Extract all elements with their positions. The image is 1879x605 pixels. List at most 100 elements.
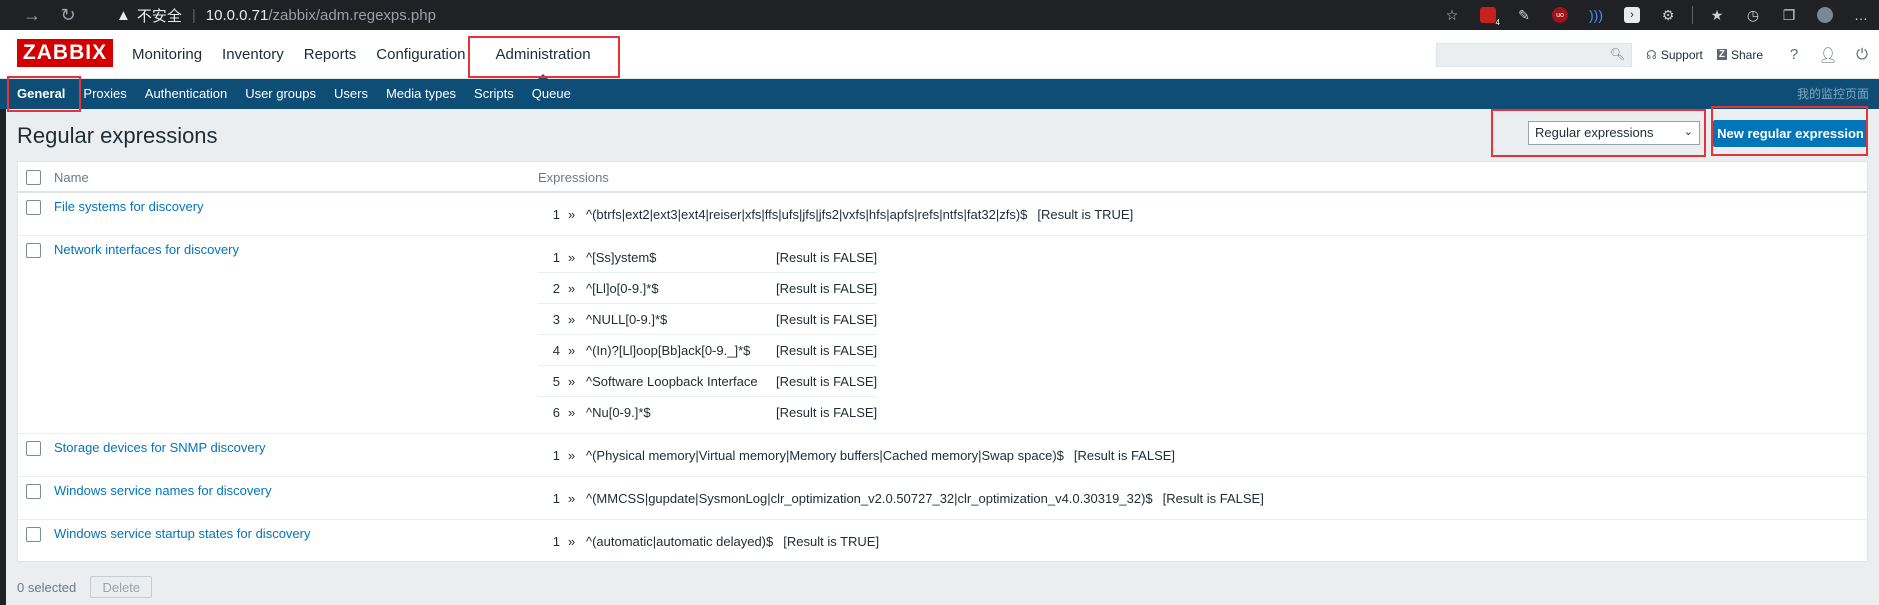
expression-result: [Result is FALSE]: [776, 311, 878, 327]
extension-arrow-icon[interactable]: ›: [1614, 0, 1650, 30]
expression-item: 1 » ^(MMCSS|gupdate|SysmonLog|clr_optimi…: [538, 483, 1264, 514]
expression-pattern: ^(btrfs|ext2|ext3|ext4|reiser|xfs|ffs|uf…: [586, 207, 1028, 222]
row-checkbox[interactable]: [26, 441, 41, 456]
zabbix-logo[interactable]: ZABBIX: [17, 39, 113, 67]
favorite-add-icon[interactable]: ☆: [1434, 0, 1470, 30]
selected-count: 0 selected: [17, 579, 77, 595]
expression-result: [Result is FALSE]: [776, 373, 878, 389]
expression-list: 1 » ^(btrfs|ext2|ext3|ext4|reiser|xfs|ff…: [538, 199, 1133, 230]
expression-arrow: »: [568, 342, 576, 358]
expression-item: 3 » ^NULL[0-9.]*$ [Result is FALSE]: [538, 304, 878, 335]
expression-item: 6 » ^Nu[0-9.]*$ [Result is FALSE]: [538, 397, 877, 428]
table-row: Windows service startup states for disco…: [18, 520, 1867, 563]
expression-number: 5: [552, 373, 560, 389]
share-icon: Z: [1716, 49, 1727, 60]
browser-toolbar: → ↻ ▲ 不安全 | 10.0.0.71/zabbix/adm.regexps…: [0, 0, 1879, 30]
collections-icon[interactable]: ❐: [1771, 0, 1807, 30]
row-checkbox[interactable]: [26, 527, 41, 542]
menu-monitoring[interactable]: Monitoring: [122, 30, 212, 79]
sign-out-icon[interactable]: ⏻: [1845, 46, 1879, 63]
table-footer: 0 selected Delete: [17, 576, 153, 598]
address-bar[interactable]: ▲ 不安全 | 10.0.0.71/zabbix/adm.regexps.php: [116, 0, 436, 30]
expression-number: 1: [552, 491, 560, 506]
extension-badge-icon[interactable]: 4: [1470, 0, 1506, 30]
extension-badge-count: 4: [1495, 18, 1500, 27]
column-header-name[interactable]: Name: [54, 170, 89, 185]
regex-name-link[interactable]: Windows service startup states for disco…: [54, 526, 310, 541]
expression-pattern: ^Software Loopback Interface: [586, 373, 758, 389]
share-label: Share: [1730, 47, 1763, 62]
header-tools: 🔍︎ ☊ Support Z Share ? 👤︎ ⏻: [1436, 30, 1879, 79]
user-profile-icon[interactable]: 👤︎: [1811, 46, 1845, 64]
row-checkbox[interactable]: [26, 200, 41, 215]
expression-arrow: »: [568, 311, 576, 327]
page-title: Regular expressions: [17, 123, 218, 148]
expression-pattern: ^NULL[0-9.]*$: [586, 311, 668, 327]
expression-result: [Result is FALSE]: [776, 280, 878, 296]
expression-arrow: »: [568, 207, 576, 222]
regex-name-link[interactable]: Storage devices for SNMP discovery: [54, 440, 265, 455]
row-checkbox[interactable]: [26, 484, 41, 499]
expression-pattern: ^(In)?[Ll]oop[Bb]ack[0-9._]*$: [586, 342, 751, 358]
regex-name-link[interactable]: Windows service names for discovery: [54, 483, 271, 498]
delete-button[interactable]: Delete: [90, 576, 153, 598]
url-host: 10.0.0.71: [205, 6, 269, 24]
submenu-scripts[interactable]: Scripts: [465, 79, 523, 109]
security-label: 不安全: [136, 7, 182, 25]
search-input[interactable]: 🔍︎: [1436, 42, 1633, 67]
expression-result: [Result is FALSE]: [776, 249, 878, 265]
table-row: Network interfaces for discovery 1 » ^[S…: [18, 236, 1867, 434]
profile-avatar-icon[interactable]: [1807, 0, 1843, 30]
menu-reports[interactable]: Reports: [294, 30, 367, 79]
ublock-icon[interactable]: uo: [1542, 0, 1578, 30]
expression-item: 1 » ^(automatic|automatic delayed)$ [Res…: [538, 526, 879, 557]
menu-inventory[interactable]: Inventory: [212, 30, 294, 79]
toolbar-divider: [1692, 6, 1693, 24]
row-checkbox[interactable]: [26, 243, 41, 258]
submenu-user-groups[interactable]: User groups: [236, 79, 325, 109]
history-icon[interactable]: ◷: [1735, 0, 1771, 30]
select-all-checkbox[interactable]: [26, 170, 41, 185]
support-label: Support: [1660, 47, 1703, 62]
extension-pen-icon[interactable]: ✎: [1506, 0, 1542, 30]
sub-menu: General Proxies Authentication User grou…: [0, 79, 1879, 109]
expression-pattern: ^[Ll]o[0-9.]*$: [586, 280, 659, 296]
table-row: File systems for discovery 1 » ^(btrfs|e…: [18, 193, 1867, 236]
highlight-general: [7, 76, 81, 112]
regex-name-link[interactable]: Network interfaces for discovery: [54, 242, 239, 257]
expression-result: [Result is TRUE]: [1037, 207, 1134, 222]
submenu-proxies[interactable]: Proxies: [74, 79, 135, 109]
menu-configuration[interactable]: Configuration: [366, 30, 475, 79]
extension-puzzle-icon[interactable]: ⚙: [1650, 0, 1686, 30]
expression-result: [Result is FALSE]: [776, 342, 878, 358]
expression-pattern: ^Nu[0-9.]*$: [586, 405, 651, 420]
share-link[interactable]: Z Share: [1716, 47, 1763, 62]
expression-result: [Result is FALSE]: [1162, 491, 1264, 506]
reload-icon[interactable]: ↻: [50, 0, 86, 30]
favorites-icon[interactable]: ★: [1699, 0, 1735, 30]
browser-extensions: ☆ 4 ✎ uo ))) › ⚙ ★ ◷ ❐ …: [1434, 0, 1879, 30]
submenu-media-types[interactable]: Media types: [377, 79, 465, 109]
expression-result: [Result is FALSE]: [1073, 448, 1176, 463]
expression-number: 1: [552, 207, 560, 222]
table-row: Windows service names for discovery 1 » …: [18, 477, 1867, 520]
forward-icon[interactable]: →: [14, 0, 50, 30]
extension-wifi-icon[interactable]: ))): [1578, 0, 1614, 30]
expression-number: 3: [552, 311, 560, 327]
help-icon[interactable]: ?: [1777, 46, 1811, 63]
submenu-users[interactable]: Users: [325, 79, 377, 109]
submenu-queue[interactable]: Queue: [523, 79, 580, 109]
expression-item: 2 » ^[Ll]o[0-9.]*$ [Result is FALSE]: [538, 273, 878, 304]
search-icon[interactable]: 🔍︎: [1610, 47, 1625, 61]
column-header-expressions: Expressions: [538, 170, 609, 185]
expression-item: 1 » ^(Physical memory|Virtual memory|Mem…: [538, 440, 1175, 471]
support-link[interactable]: ☊ Support: [1646, 48, 1703, 62]
more-menu-icon[interactable]: …: [1843, 0, 1879, 30]
expression-arrow: »: [568, 448, 576, 463]
expression-arrow: »: [568, 249, 576, 265]
expression-pattern: ^(MMCSS|gupdate|SysmonLog|clr_optimizati…: [586, 491, 1153, 506]
expression-arrow: »: [568, 534, 576, 549]
headset-icon: ☊: [1646, 47, 1657, 62]
submenu-authentication[interactable]: Authentication: [136, 79, 236, 109]
regex-name-link[interactable]: File systems for discovery: [54, 199, 204, 214]
